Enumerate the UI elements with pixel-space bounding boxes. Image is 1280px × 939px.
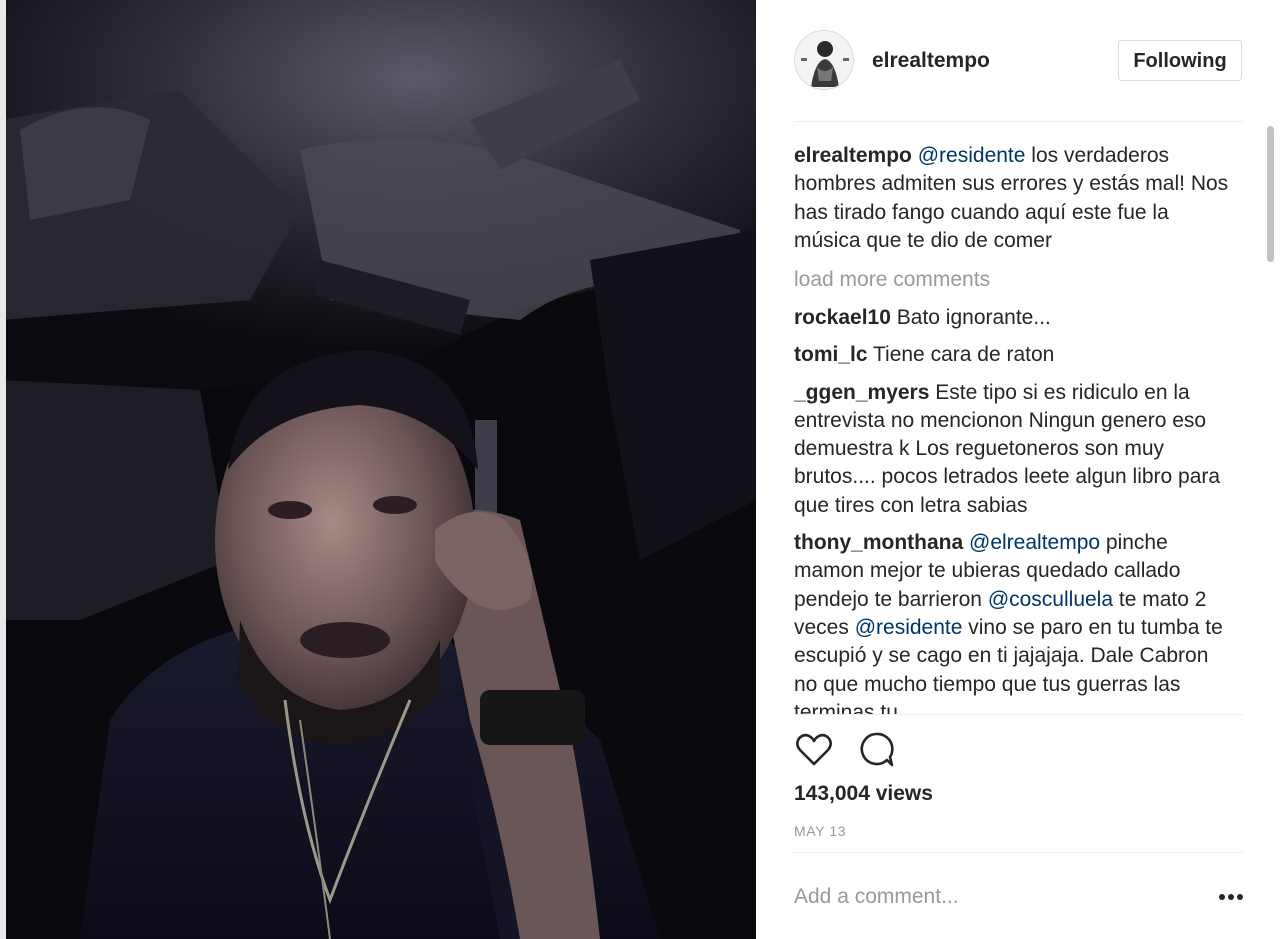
comment-item: _ggen_myers Este tipo si es ridiculo en … — [794, 379, 1234, 520]
avatar[interactable] — [794, 30, 854, 90]
comment-username[interactable]: thony_monthana — [794, 531, 963, 554]
add-comment-input[interactable] — [794, 882, 1174, 912]
comment-mention[interactable]: @cosculluela — [988, 588, 1113, 611]
post-header: elrealtempo Following — [794, 30, 1242, 92]
comments: rockael10 Bato ignorante... tomi_lc Tien… — [794, 304, 1234, 714]
media-left-edge — [0, 0, 6, 939]
post-sidebar: elrealtempo Following elrealtempo @resid… — [756, 0, 1280, 939]
comments-scrollbar[interactable] — [1266, 122, 1276, 714]
ellipsis-icon[interactable] — [1216, 886, 1246, 908]
post-actions — [794, 730, 1234, 770]
heart-icon[interactable] — [794, 730, 834, 770]
post-username[interactable]: elrealtempo — [872, 49, 990, 73]
post-date[interactable]: MAY 13 — [794, 823, 846, 839]
comment-item: tomi_lc Tiene cara de raton — [794, 341, 1234, 369]
comments-divider — [794, 714, 1243, 715]
comment-mention[interactable]: @residente — [855, 616, 963, 639]
caption-username[interactable]: elrealtempo — [794, 144, 912, 167]
video-frame — [0, 0, 756, 939]
comment-item: rockael10 Bato ignorante... — [794, 304, 1234, 332]
speech-bubble-icon[interactable] — [856, 730, 896, 770]
view-count[interactable]: 143,004 views — [794, 782, 933, 806]
comment-username[interactable]: rockael10 — [794, 306, 891, 329]
caption: elrealtempo @residente los verdaderos ho… — [794, 142, 1234, 255]
avatar-image — [795, 31, 853, 89]
comment-mention[interactable]: @elrealtempo — [969, 531, 1100, 554]
comment-username[interactable]: _ggen_myers — [794, 381, 929, 404]
caption-mention[interactable]: @residente — [918, 144, 1026, 167]
comment-text: Bato ignorante... — [890, 306, 1051, 329]
comment-username[interactable]: tomi_lc — [794, 343, 868, 366]
load-more-comments[interactable]: load more comments — [794, 266, 990, 294]
comment-item: thony_monthana @elrealtempo pinche mamon… — [794, 529, 1234, 714]
comments-list[interactable]: elrealtempo @residente los verdaderos ho… — [794, 122, 1234, 714]
footer-divider — [794, 852, 1243, 853]
scrollbar-thumb[interactable] — [1267, 126, 1274, 262]
post-media[interactable] — [0, 0, 756, 939]
following-button[interactable]: Following — [1118, 40, 1242, 81]
comment-text: Tiene cara de raton — [867, 343, 1055, 367]
